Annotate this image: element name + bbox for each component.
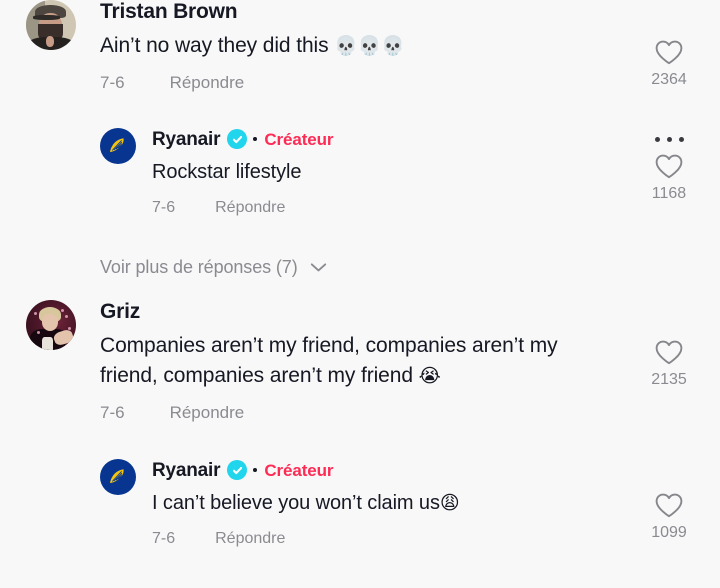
avatar[interactable]: [26, 0, 76, 50]
reply-button[interactable]: Répondre: [170, 73, 245, 93]
comment-text: Rockstar lifestyle: [152, 161, 302, 183]
comment-author-row: Ryanair Créateur: [152, 460, 700, 480]
avatar[interactable]: [100, 459, 136, 495]
comment-body: Ryanair Créateur Rockstar lifestyle 7-6 …: [136, 128, 700, 217]
reply-button[interactable]: Répondre: [170, 403, 245, 423]
comment-text-body: I can’t believe you won’t claim us: [152, 492, 440, 514]
separator-dot-icon: [253, 468, 258, 472]
comment-username[interactable]: Tristan Brown: [100, 1, 238, 22]
comment-item-reply[interactable]: Ryanair Créateur Rockstar lifestyle 7-6 …: [0, 128, 700, 217]
comment-body: Griz Companies aren’t my friend, compani…: [76, 300, 626, 423]
view-more-replies-button[interactable]: Voir plus de réponses (7): [100, 257, 327, 278]
comment-text: I can’t believe you won’t claim us😩: [152, 488, 700, 518]
reply-button[interactable]: Répondre: [215, 530, 285, 548]
creator-badge: Créateur: [264, 129, 334, 149]
comment-date: 7-6: [152, 530, 176, 547]
comment-meta-row: 7-6 Répondre: [100, 73, 626, 93]
comment-text-body: Companies aren’t my friend, companies ar…: [100, 334, 558, 387]
ryanair-harp-icon: [110, 469, 124, 483]
comment-emoji: 😭: [418, 365, 441, 387]
comment-date: 7-6: [100, 403, 125, 422]
comment-meta-row: 7-6 Répondre: [100, 403, 626, 423]
view-more-replies-label: Voir plus de réponses (7): [100, 257, 298, 277]
avatar[interactable]: [100, 128, 136, 164]
comment-meta-row: 7-6 Répondre: [152, 199, 700, 217]
comment-date: 7-6: [152, 199, 176, 216]
chevron-down-icon[interactable]: [310, 262, 327, 273]
comment-author-row: Tristan Brown: [100, 1, 626, 22]
separator-dot-icon: [253, 137, 258, 141]
comment-list: Tristan Brown Ain’t no way they did this…: [0, 0, 720, 588]
comment-actions: 2135: [629, 340, 709, 388]
comment-body: Tristan Brown Ain’t no way they did this…: [76, 0, 626, 93]
comment-username[interactable]: Ryanair: [152, 461, 221, 480]
comment-actions: 1099: [629, 493, 709, 541]
creator-badge: Créateur: [264, 460, 334, 480]
comment-actions: 2364: [629, 40, 709, 88]
comment-meta-row: 7-6 Répondre: [152, 530, 700, 548]
like-count: 1099: [651, 524, 687, 541]
comment-text-body: Ain’t no way they did this: [100, 34, 335, 57]
verified-badge-icon: [227, 460, 248, 480]
comment-author-row: Ryanair Créateur: [152, 129, 700, 149]
verified-badge-icon: [227, 129, 248, 149]
like-count: 2135: [651, 371, 687, 388]
more-options-icon[interactable]: [629, 137, 709, 142]
comment-author-row: Griz: [100, 301, 626, 322]
reply-button[interactable]: Répondre: [215, 199, 285, 217]
heart-icon[interactable]: [655, 340, 683, 365]
comment-username[interactable]: Griz: [100, 301, 140, 322]
comment-text: Companies aren’t my friend, companies ar…: [100, 331, 600, 391]
comment-username[interactable]: Ryanair: [152, 130, 221, 149]
comment-emoji: 😩: [439, 492, 460, 514]
comment-body: Ryanair Créateur I can’t believe you won…: [136, 459, 700, 548]
avatar[interactable]: [26, 300, 76, 350]
comment-actions: 1168: [629, 137, 709, 202]
heart-icon[interactable]: [655, 493, 683, 518]
comment-item[interactable]: Griz Companies aren’t my friend, compani…: [0, 300, 626, 423]
comment-emoji: 💀💀💀: [334, 35, 405, 57]
comment-item[interactable]: Tristan Brown Ain’t no way they did this…: [0, 0, 626, 93]
comment-date: 7-6: [100, 73, 125, 92]
comment-item-reply[interactable]: Ryanair Créateur I can’t believe you won…: [0, 459, 700, 548]
like-count: 2364: [651, 71, 687, 88]
ryanair-harp-icon: [110, 138, 124, 152]
like-count: 1168: [651, 185, 687, 202]
heart-icon[interactable]: [655, 40, 683, 65]
heart-icon[interactable]: [655, 154, 683, 179]
comment-text: Ain’t no way they did this 💀💀💀: [100, 31, 626, 61]
